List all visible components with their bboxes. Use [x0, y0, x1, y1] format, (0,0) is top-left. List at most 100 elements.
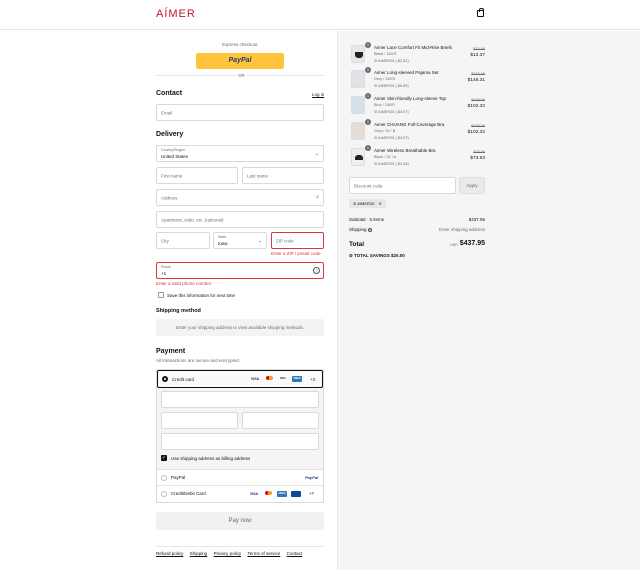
- sale-price: $102.32: [467, 130, 485, 135]
- subtotal-label: Subtotal · 5 items: [349, 217, 385, 222]
- shipping-method-message: Enter your shipping address to view avai…: [156, 319, 324, 336]
- amex-icon: AMEX: [277, 491, 287, 497]
- applied-code: AIMER20: [357, 201, 375, 206]
- address-field[interactable]: Address ⌕: [156, 189, 324, 206]
- billing-same-checkbox[interactable]: ✓: [161, 455, 167, 461]
- login-link[interactable]: Log in: [312, 92, 324, 97]
- product-thumbnail: [351, 70, 365, 88]
- save-info-label: Save this information for next time: [167, 293, 236, 298]
- amex-icon: AMEX: [292, 376, 302, 382]
- chevron-down-icon: ⌄: [314, 151, 319, 157]
- shipping-label: Shipping ?: [349, 227, 372, 232]
- original-price: $76.99: [473, 150, 485, 154]
- express-checkout-label: Express checkout: [222, 42, 258, 47]
- first-name-field[interactable]: First name: [156, 167, 238, 184]
- apply-button[interactable]: Apply: [459, 177, 485, 194]
- paypal-option[interactable]: PayPal PayPal: [157, 470, 323, 486]
- country-value: United States: [161, 154, 189, 159]
- header: AÍMER: [0, 0, 640, 30]
- apartment-field[interactable]: Apartment, suite, etc. (optional): [156, 211, 324, 228]
- discount-code-input[interactable]: Discount code: [349, 177, 456, 194]
- quantity-badge: 1: [365, 67, 371, 73]
- credit-card-option[interactable]: Credit card VISA DISC AMEX +3: [157, 370, 323, 388]
- product-thumbnail: [351, 45, 365, 63]
- discount-tag: ⊘ AIMER20 (-$6.69): [374, 84, 409, 88]
- country-label: Country/Region: [161, 148, 186, 152]
- original-price: $106.99: [471, 124, 485, 128]
- last-name-field[interactable]: Last name: [242, 167, 324, 184]
- delivery-title: Delivery: [156, 131, 184, 138]
- paypal-label: PayPal: [171, 475, 186, 480]
- state-value: Iowa: [218, 241, 228, 246]
- subtotal-value: $437.95: [468, 217, 485, 222]
- more-cards-count: +7: [309, 491, 315, 496]
- state-select[interactable]: State Iowa ⌄: [213, 232, 267, 249]
- paypal-radio[interactable]: [161, 475, 167, 481]
- original-price: $152.99: [471, 72, 485, 76]
- sale-price: $13.37: [470, 53, 485, 58]
- credit-card-label: Credit card: [172, 377, 195, 382]
- credit-debit-option[interactable]: Credit/Debit Card VISA AMEX +7: [157, 486, 323, 502]
- mastercard-icon: [263, 491, 273, 497]
- total-value: $437.95: [459, 240, 485, 247]
- refund-policy-link[interactable]: Refund policy: [156, 551, 183, 556]
- card-number-field[interactable]: [161, 391, 319, 408]
- visa-icon: VISA: [250, 377, 260, 381]
- discount-tag: ⊘ AIMER20 (-$4.67): [374, 110, 409, 114]
- discount-tag: ⊘ AIMER20 (-$2.62): [374, 59, 409, 63]
- close-icon[interactable]: ✕: [379, 201, 382, 206]
- search-icon: ⌕: [316, 194, 319, 200]
- phone-label: Phone: [161, 265, 172, 269]
- payment-methods: Credit card VISA DISC AMEX +3 ✓ Use ship…: [156, 369, 324, 503]
- currency-code: USD: [450, 243, 459, 247]
- card-cvv-field[interactable]: [242, 412, 319, 429]
- privacy-policy-link[interactable]: Privacy policy: [214, 551, 242, 556]
- payment-title: Payment: [156, 348, 186, 355]
- total-savings: ⊘ TOTAL SAVINGS $20.00: [349, 253, 405, 258]
- billing-same-label: Use shipping address as billing address: [171, 456, 251, 461]
- product-name: Aimer Lace Comfort Fit Mid-Rise Briefs: [374, 45, 453, 50]
- product-variant: Blue / 160/S: [374, 103, 395, 107]
- contact-title: Contact: [156, 90, 183, 97]
- city-field[interactable]: City: [156, 232, 210, 249]
- applied-discount-chip: ⊘ AIMER20 ✕: [349, 199, 386, 208]
- credit-debit-radio[interactable]: [161, 491, 167, 497]
- info-icon: ?: [367, 228, 372, 232]
- card-expiry-field[interactable]: [161, 412, 238, 429]
- product-thumbnail: [351, 148, 365, 166]
- product-thumbnail: [351, 122, 365, 140]
- footer-links: Refund policy Shipping Privacy policy Te…: [156, 546, 324, 557]
- chevron-down-icon: ⌄: [257, 238, 262, 244]
- shopping-bag-icon[interactable]: [477, 8, 484, 17]
- shipping-method-title: Shipping method: [156, 308, 201, 314]
- phone-value: +1: [161, 271, 167, 276]
- shipping-link[interactable]: Shipping: [190, 551, 208, 556]
- card-form: ✓ Use shipping address as billing addres…: [157, 388, 323, 470]
- product-variant: Grey / 160/S: [374, 77, 396, 81]
- paypal-express-button[interactable]: PayPal: [196, 53, 284, 69]
- contact-link[interactable]: Contact: [287, 551, 303, 556]
- phone-error: Enter a valid phone number: [156, 281, 212, 286]
- pay-now-button[interactable]: Pay now: [156, 512, 324, 530]
- country-select[interactable]: Country/Region United States ⌄: [156, 145, 324, 162]
- product-name: Aimer Skin-friendly Long-sleeve Top: [374, 96, 446, 101]
- sale-price: $146.31: [467, 78, 485, 83]
- discover-icon: DISC: [280, 377, 286, 380]
- credit-card-radio[interactable]: [162, 376, 168, 382]
- help-icon[interactable]: ?: [313, 267, 320, 274]
- payment-subtitle: All transactions are secure and encrypte…: [156, 358, 241, 363]
- phone-field[interactable]: Phone +1 ?: [156, 262, 324, 279]
- card-name-field[interactable]: [161, 433, 319, 450]
- state-label: State: [218, 235, 227, 239]
- quantity-badge: 1: [365, 93, 371, 99]
- visa-icon: VISA: [249, 492, 259, 496]
- tag-icon: ⊘: [353, 201, 357, 206]
- save-info-checkbox[interactable]: [158, 292, 164, 298]
- email-field[interactable]: Email: [156, 104, 324, 121]
- terms-link[interactable]: Terms of service: [247, 551, 280, 556]
- zip-field[interactable]: ZIP code: [271, 232, 324, 249]
- zip-error: Enter a ZIP / postal code: [271, 251, 321, 256]
- brand-logo[interactable]: AÍMER: [156, 8, 196, 20]
- total-label: Total: [349, 241, 365, 248]
- paypal-logo: PayPal: [305, 475, 319, 480]
